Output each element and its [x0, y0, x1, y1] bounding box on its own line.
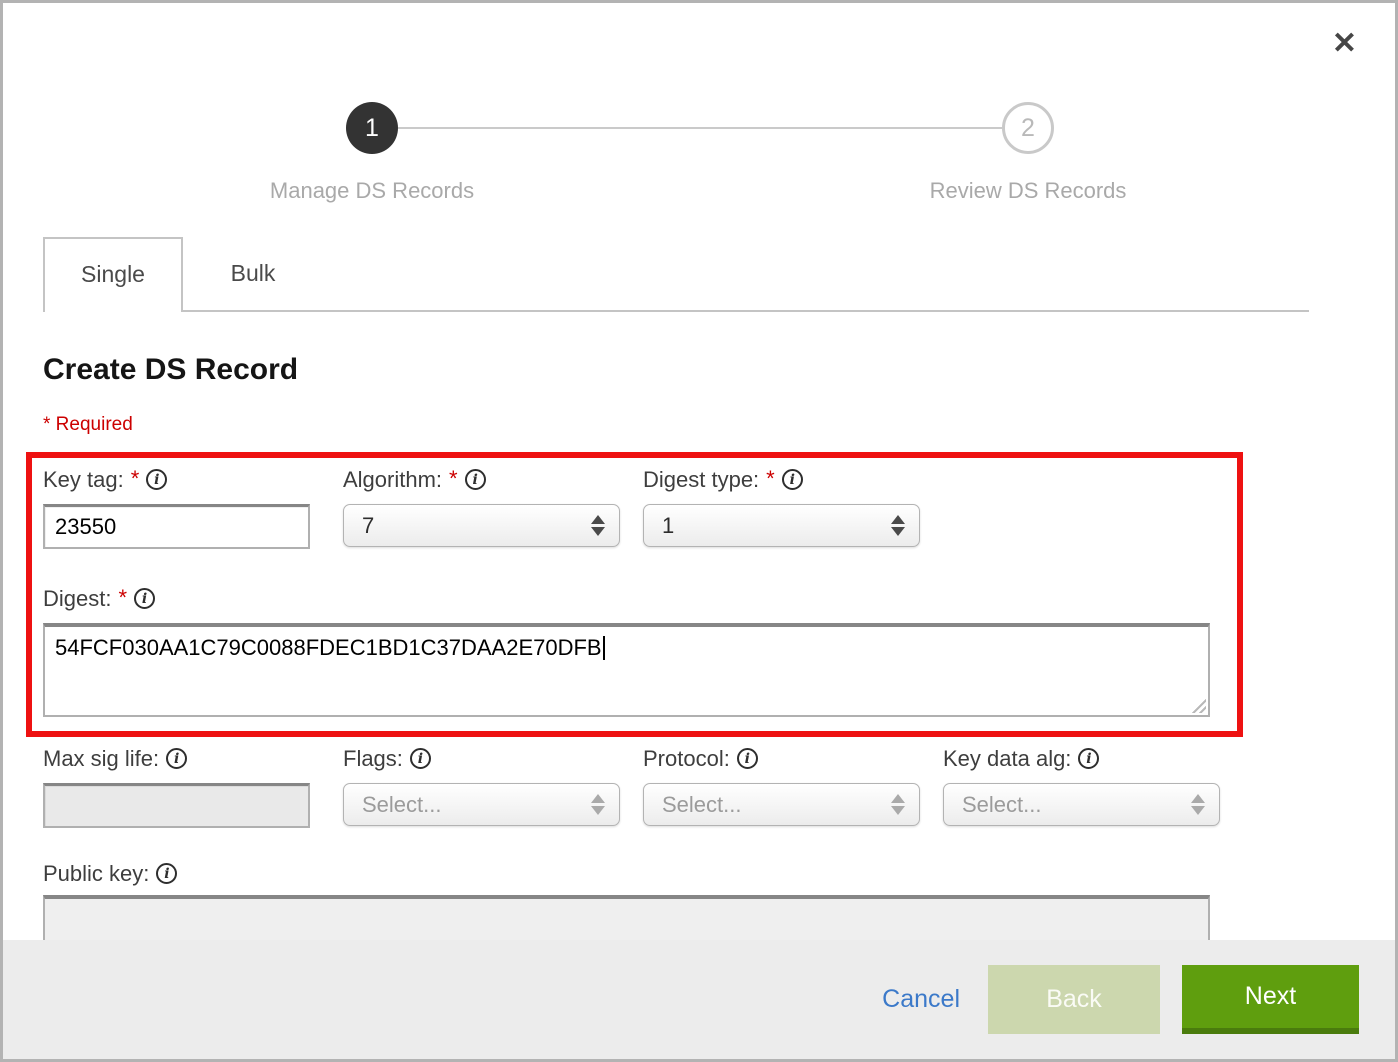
info-icon[interactable]: i [1078, 748, 1099, 769]
algorithm-field-group: Algorithm: * i 7 [343, 466, 620, 549]
info-icon[interactable]: i [134, 588, 155, 609]
max-sig-life-label-text: Max sig life: [43, 746, 159, 772]
protocol-label: Protocol: i [643, 745, 920, 772]
cancel-button[interactable]: Cancel [882, 985, 960, 1014]
flags-label: Flags: i [343, 745, 620, 772]
digest-type-label: Digest type: * i [643, 466, 920, 493]
required-note: * Required [43, 414, 1355, 436]
max-sig-life-field-group: Max sig life: i [43, 745, 320, 828]
max-sig-life-input[interactable] [43, 783, 310, 828]
dialog-body: 1 2 Manage DS Records Review DS Records … [3, 3, 1395, 940]
required-asterisk: * [766, 466, 775, 492]
info-icon[interactable]: i [166, 748, 187, 769]
flags-label-text: Flags: [343, 746, 403, 772]
key-tag-field-group: Key tag: * i [43, 466, 320, 549]
flags-select-value: Select... [362, 792, 591, 818]
spinner-arrows-icon [591, 515, 605, 536]
digest-textarea[interactable]: 54FCF030AA1C79C0088FDEC1BD1C37DAA2E70DFB [43, 623, 1210, 717]
wizard-stepper: 1 2 Manage DS Records Review DS Records [3, 102, 1395, 205]
digest-label-text: Digest: [43, 586, 111, 612]
digest-type-select[interactable]: 1 [643, 504, 920, 547]
page-title: Create DS Record [43, 352, 1355, 388]
spinner-arrows-icon [591, 794, 605, 815]
public-key-textarea[interactable] [43, 895, 1210, 940]
required-asterisk: * [131, 466, 140, 492]
digest-field-group: Digest: * i 54FCF030AA1C79C0088FDEC1BD1C… [43, 585, 1355, 717]
info-icon[interactable]: i [410, 748, 431, 769]
info-icon[interactable]: i [782, 469, 803, 490]
protocol-select-value: Select... [662, 792, 891, 818]
key-data-alg-label: Key data alg: i [943, 745, 1220, 772]
key-tag-input[interactable] [43, 504, 310, 549]
protocol-label-text: Protocol: [643, 746, 730, 772]
public-key-label: Public key: i [43, 860, 1355, 887]
algorithm-select-value: 7 [362, 513, 591, 539]
dialog-footer: Cancel Back Next [3, 940, 1395, 1059]
algorithm-label-text: Algorithm: [343, 467, 442, 493]
digest-value: 54FCF030AA1C79C0088FDEC1BD1C37DAA2E70DFB [55, 635, 602, 660]
form-row-3: Max sig life: i Flags: i Select... [43, 745, 1355, 828]
close-icon[interactable]: ✕ [1332, 29, 1357, 59]
required-asterisk: * [449, 466, 458, 492]
tab-bulk[interactable]: Bulk [183, 237, 323, 310]
required-asterisk: * [118, 585, 127, 611]
spinner-arrows-icon [891, 515, 905, 536]
key-data-alg-select-value: Select... [962, 792, 1191, 818]
step-2-circle: 2 [1002, 102, 1054, 154]
key-tag-label-text: Key tag: [43, 467, 124, 493]
info-icon[interactable]: i [156, 863, 177, 884]
resize-handle-icon[interactable] [1189, 696, 1206, 713]
tab-bar: Single Bulk [43, 237, 1309, 312]
spinner-arrows-icon [891, 794, 905, 815]
key-data-alg-field-group: Key data alg: i Select... [943, 745, 1220, 828]
public-key-field-group: Public key: i [43, 860, 1355, 940]
digest-type-label-text: Digest type: [643, 467, 759, 493]
key-data-alg-label-text: Key data alg: [943, 746, 1071, 772]
tab-single[interactable]: Single [43, 237, 183, 310]
digest-type-select-value: 1 [662, 513, 891, 539]
next-button[interactable]: Next [1182, 965, 1359, 1034]
spinner-arrows-icon [1191, 794, 1205, 815]
step-1-circle: 1 [346, 102, 398, 154]
back-button[interactable]: Back [988, 965, 1160, 1034]
create-ds-record-dialog: ✕ 1 2 Manage DS Records Review DS Record… [0, 0, 1398, 1062]
algorithm-label: Algorithm: * i [343, 466, 620, 493]
digest-type-field-group: Digest type: * i 1 [643, 466, 920, 549]
flags-select[interactable]: Select... [343, 783, 620, 826]
step-1-label: Manage DS Records [270, 178, 474, 204]
form-content: Create DS Record * Required Key tag: * i… [3, 352, 1395, 940]
info-icon[interactable]: i [465, 469, 486, 490]
key-tag-label: Key tag: * i [43, 466, 320, 493]
key-data-alg-select[interactable]: Select... [943, 783, 1220, 826]
form-row-1: Key tag: * i Algorithm: * i 7 [43, 466, 1355, 549]
digest-label: Digest: * i [43, 585, 1355, 612]
text-cursor [603, 636, 605, 660]
protocol-select[interactable]: Select... [643, 783, 920, 826]
info-icon[interactable]: i [146, 469, 167, 490]
step-2-label: Review DS Records [930, 178, 1127, 204]
flags-field-group: Flags: i Select... [343, 745, 620, 828]
info-icon[interactable]: i [737, 748, 758, 769]
protocol-field-group: Protocol: i Select... [643, 745, 920, 828]
max-sig-life-label: Max sig life: i [43, 745, 320, 772]
public-key-label-text: Public key: [43, 861, 149, 887]
stepper-connector-line [398, 127, 1002, 129]
algorithm-select[interactable]: 7 [343, 504, 620, 547]
